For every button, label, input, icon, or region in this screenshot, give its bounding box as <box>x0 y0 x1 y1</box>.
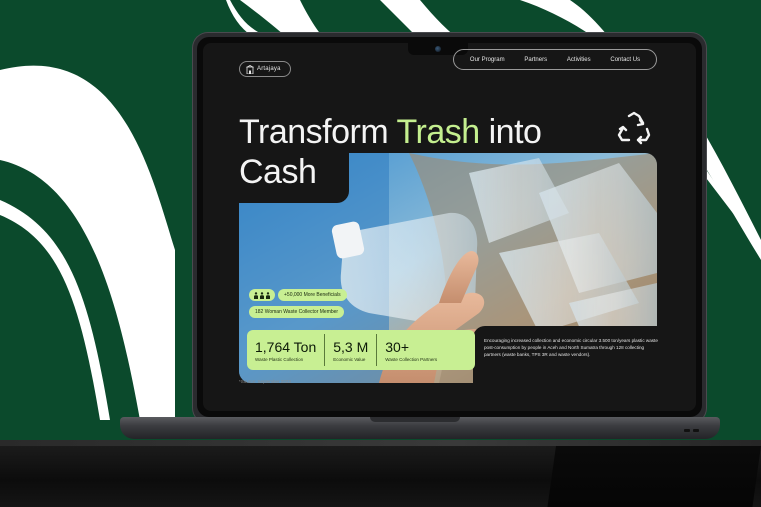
person-icon <box>266 291 270 299</box>
brand-name: Artajaya <box>257 66 281 72</box>
stat-label: Economic Value <box>333 356 366 362</box>
main-nav: Our Program Partners Activities Contact … <box>453 49 657 70</box>
person-icon <box>254 291 258 299</box>
laptop-screen: Artajaya Our Program Partners Activities… <box>203 43 696 411</box>
source-note: *Source: September 2023 <box>239 379 291 384</box>
hero-title-line1: Transform Trash into <box>239 113 542 152</box>
hero-title-accent: Trash <box>396 113 481 151</box>
recycle-icon <box>617 111 651 145</box>
camera-icon <box>435 46 441 52</box>
stat-value: 30+ <box>385 338 410 355</box>
nav-item-activities[interactable]: Activities <box>567 57 591 63</box>
usb-port <box>684 429 690 432</box>
person-icon <box>260 291 264 299</box>
people-icon <box>249 289 275 301</box>
brand-logo[interactable]: Artajaya <box>239 61 291 77</box>
stat-label: Waste Plastic Collection <box>255 356 304 362</box>
building-icon <box>246 64 254 74</box>
hero-title-line2: Cash <box>239 153 317 191</box>
stat-waste-collection: 1,764 Ton Waste Plastic Collection <box>247 334 324 366</box>
hero-title-part1: Transform <box>239 113 389 151</box>
pedestal-side <box>547 446 761 507</box>
badge-row-members: 182 Woman Waste Collector Member <box>249 306 345 318</box>
stat-label: Waste Collection Partners <box>385 356 438 362</box>
stat-economic-value: 5,3 M Economic Value <box>324 334 376 366</box>
stats-card: 1,764 Ton Waste Plastic Collection 5,3 M… <box>247 330 475 370</box>
usb-port <box>693 429 699 432</box>
stat-value: 5,3 M <box>333 338 369 355</box>
stat-partners: 30+ Waste Collection Partners <box>376 334 445 366</box>
members-badge: 182 Woman Waste Collector Member <box>249 306 345 318</box>
nav-item-our-program[interactable]: Our Program <box>470 57 505 63</box>
stat-value: 1,764 Ton <box>255 338 317 355</box>
laptop-hinge <box>370 417 460 422</box>
beneficials-badge: +50,000 More Beneficials <box>278 289 347 301</box>
badge-row-beneficials: +50,000 More Beneficials <box>249 289 347 301</box>
nav-item-partners[interactable]: Partners <box>524 57 547 63</box>
description-text: Encouraging increased collection and eco… <box>484 338 658 358</box>
hero-title-part2: into <box>488 113 542 151</box>
nav-item-contact-us[interactable]: Contact Us <box>610 57 640 63</box>
